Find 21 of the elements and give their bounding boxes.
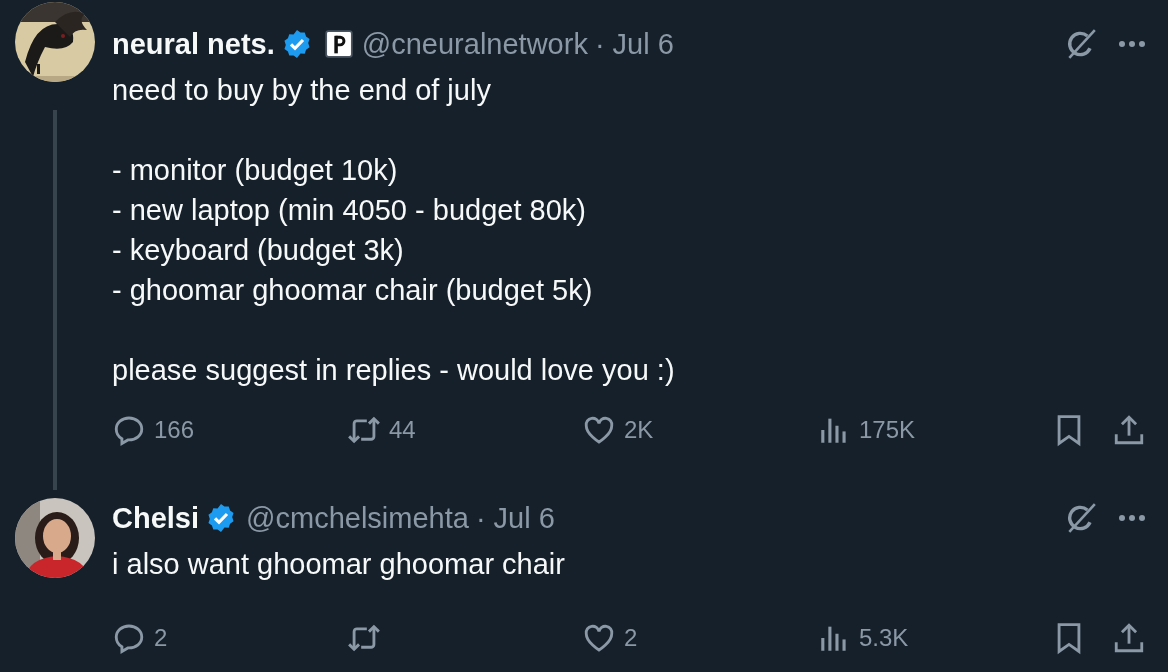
user-handle[interactable]: @cneuralnetwork [361,27,588,61]
user-handle[interactable]: @cmchelsimehta [246,501,469,535]
post-text: need to buy by the end of july - monitor (budget 10k) - new laptop (min 4050 - budget 80k) - keyboard (budget 3k) - ghoomar ghoomar chair (budget 5k) please suggest in replies - would love you :) [112,73,676,388]
share-button[interactable] [1112,413,1146,447]
views-button[interactable]: 175K [817,413,916,447]
share-button[interactable] [1112,621,1146,655]
reply-button[interactable]: 166 [112,413,195,447]
repost-button[interactable]: 44 [347,413,416,447]
share-icon [1112,413,1146,447]
reply-button[interactable]: 2 [112,621,168,655]
timestamp[interactable]: · Jul 6 [594,27,674,61]
timestamp[interactable]: · Jul 6 [475,501,555,535]
more-icon[interactable] [1118,514,1146,522]
like-button[interactable]: 2 [582,621,638,655]
display-name[interactable]: neural nets. [112,27,275,61]
share-icon [1112,621,1146,655]
views-button[interactable]: 5.3K [817,621,909,655]
like-button[interactable]: 2K [582,413,654,447]
post-text: i also want ghoomar ghoomar chair [112,547,566,582]
display-name[interactable]: Chelsi [112,501,200,535]
more-icon[interactable] [1118,40,1146,48]
